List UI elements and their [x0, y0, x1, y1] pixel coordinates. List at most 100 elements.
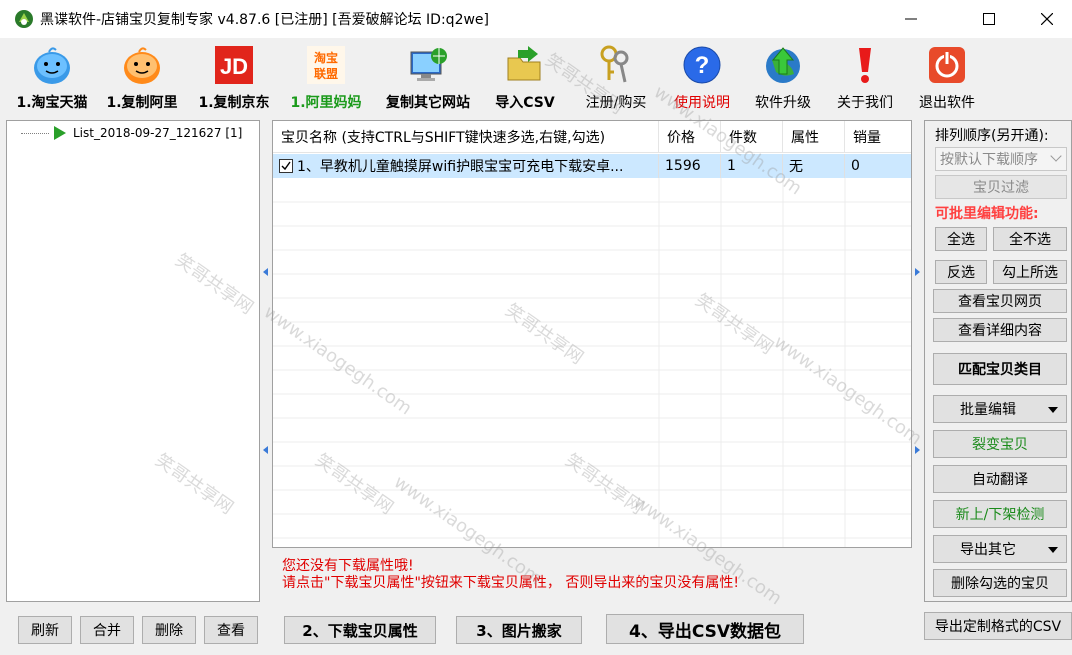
tree-item-label: List_2018-09-27_121627 [1] — [73, 126, 243, 140]
toolbar-about-label: 关于我们 — [837, 95, 893, 111]
svg-text:淘宝: 淘宝 — [314, 50, 338, 65]
column-header-attr[interactable]: 属性 — [783, 121, 845, 153]
right-splitter[interactable] — [914, 120, 922, 602]
sort-select[interactable]: 按默认下载顺序 — [935, 147, 1067, 171]
title-bar: 黑谍软件-店铺宝贝复制专家 v4.87.6 [已注册] [吾爱破解论坛 ID:q… — [0, 0, 1072, 38]
collapse-right-icon — [915, 268, 920, 276]
folder-arrow-icon — [507, 46, 541, 81]
select-all-button[interactable]: 全选 — [935, 227, 987, 251]
list-tree[interactable]: List_2018-09-27_121627 [1] — [6, 120, 260, 602]
column-header-price[interactable]: 价格 — [659, 121, 721, 153]
match-category-button[interactable]: 匹配宝贝类目 — [933, 353, 1067, 385]
cell-attr: 无 — [783, 154, 845, 178]
batch-title: 可批里编辑功能: — [935, 206, 1039, 222]
collapse-left-icon — [263, 268, 268, 276]
svg-text:?: ? — [695, 52, 710, 79]
toolbar-taobao-button[interactable]: 1.淘宝天猫 — [8, 44, 96, 114]
keys-icon — [600, 45, 629, 83]
collapse-left-icon-2 — [263, 446, 268, 454]
cell-name: 1、早教机儿童触摸屏wifi护眼宝宝可充电下载安卓... — [273, 154, 659, 178]
batch-edit-dropdown[interactable]: 批量编辑 — [933, 395, 1067, 423]
minimize-button[interactable] — [888, 0, 934, 38]
view-page-button[interactable]: 查看宝贝网页 — [933, 289, 1067, 313]
items-grid[interactable]: 宝贝名称 (支持CTRL与SHIFT键快速多选,右键,勾选) 价格 件数 属性 … — [272, 120, 912, 548]
delete-button[interactable]: 删除 — [142, 616, 196, 644]
app-window: 黑谍软件-店铺宝贝复制专家 v4.87.6 [已注册] [吾爱破解论坛 ID:q… — [0, 0, 1072, 655]
warning-message: 您还没有下载属性哦! 请点击"下载宝贝属性"按钮来下载宝贝属性， 否则导出来的宝… — [282, 558, 739, 592]
toolbar-taobao-label: 1.淘宝天猫 — [16, 95, 88, 111]
cell-qty: 1 — [721, 154, 783, 178]
toolbar-exit-label: 退出软件 — [919, 95, 975, 111]
view-detail-button[interactable]: 查看详细内容 — [933, 318, 1067, 342]
column-header-sales[interactable]: 销量 — [845, 121, 911, 153]
cell-price: 1596 — [659, 154, 721, 178]
toolbar-alimama-button[interactable]: 淘宝 联盟 1.阿里妈妈 — [284, 44, 368, 114]
image-move-button[interactable]: 3、图片搬家 — [456, 616, 582, 644]
toolbar-register-button[interactable]: 注册/购买 — [576, 44, 656, 114]
shelf-check-button[interactable]: 新上/下架检测 — [933, 500, 1067, 528]
view-button[interactable]: 查看 — [204, 616, 258, 644]
invert-button[interactable]: 反选 — [935, 260, 987, 284]
close-icon — [1041, 13, 1053, 25]
warning-line-1: 您还没有下载属性哦! — [282, 558, 414, 574]
export-custom-csv-button[interactable]: 导出定制格式的CSV — [924, 612, 1072, 640]
toolbar-alimama-label: 1.阿里妈妈 — [290, 95, 362, 111]
tree-connector — [21, 132, 49, 134]
export-csv-button[interactable]: 4、导出CSV数据包 — [606, 614, 804, 644]
collapse-right-icon-2 — [915, 446, 920, 454]
toolbar-other-site-button[interactable]: 复制其它网站 — [376, 44, 480, 114]
table-row[interactable]: 1、早教机儿童触摸屏wifi护眼宝宝可充电下载安卓... 1596 1 无 0 — [273, 154, 911, 178]
delete-checked-button[interactable]: 删除勾选的宝贝 — [933, 569, 1067, 597]
merge-button[interactable]: 合并 — [80, 616, 134, 644]
upgrade-globe-icon — [766, 47, 800, 83]
download-attr-button[interactable]: 2、下载宝贝属性 — [284, 616, 436, 644]
toolbar: 1.淘宝天猫 1.复制阿里 JD 1.复制京东 淘宝 联盟 1.阿里妈妈 复制其它… — [0, 38, 1072, 114]
toolbar-alibaba-label: 1.复制阿里 — [106, 95, 178, 111]
toolbar-jd-label: 1.复制京东 — [198, 95, 270, 111]
column-header-qty[interactable]: 件数 — [721, 121, 783, 153]
sort-select-value: 按默认下载顺序 — [940, 152, 1038, 168]
toolbar-alibaba-button[interactable]: 1.复制阿里 — [98, 44, 186, 114]
maximize-icon — [983, 13, 995, 25]
cell-sales: 0 — [851, 158, 860, 174]
batch-edit-label: 批量编辑 — [960, 402, 1016, 418]
select-none-button[interactable]: 全不选 — [993, 227, 1067, 251]
row-checkbox[interactable] — [279, 159, 293, 173]
right-panel: 排列顺序(另开通): 按默认下载顺序 宝贝过滤 可批里编辑功能: 全选 全不选 … — [924, 120, 1072, 602]
toolbar-register-label: 注册/购买 — [585, 95, 647, 111]
toolbar-other-site-label: 复制其它网站 — [386, 95, 470, 111]
refresh-button[interactable]: 刷新 — [18, 616, 72, 644]
split-item-button[interactable]: 裂变宝贝 — [933, 430, 1067, 458]
export-other-label: 导出其它 — [960, 542, 1016, 558]
maximize-button[interactable] — [966, 0, 1012, 38]
alimama-icon: 淘宝联盟 — [307, 46, 345, 84]
toolbar-about-button[interactable]: 关于我们 — [830, 44, 900, 114]
window-title: 黑谍软件-店铺宝贝复制专家 v4.87.6 [已注册] [吾爱破解论坛 ID:q… — [40, 12, 489, 28]
grid-header: 宝贝名称 (支持CTRL与SHIFT键快速多选,右键,勾选) 价格 件数 属性 … — [273, 121, 911, 153]
check-selected-button[interactable]: 勾上所选 — [993, 260, 1067, 284]
check-icon — [281, 161, 291, 171]
toolbar-jd-button[interactable]: JD 1.复制京东 — [190, 44, 278, 114]
tree-item[interactable]: List_2018-09-27_121627 [1] — [21, 125, 242, 141]
toolbar-import-csv-button[interactable]: 导入CSV — [490, 44, 560, 114]
close-button[interactable] — [1024, 0, 1070, 38]
toolbar-exit-button[interactable]: 退出软件 — [912, 44, 982, 114]
toolbar-help-button[interactable]: ? 使用说明 — [668, 44, 736, 114]
exclamation-icon — [859, 48, 871, 83]
row-name-text: 1、早教机儿童触摸屏wifi护眼宝宝可充电下载安卓... — [297, 159, 624, 175]
toolbar-upgrade-button[interactable]: 软件升级 — [748, 44, 818, 114]
app-logo-icon — [15, 10, 33, 28]
auto-translate-button[interactable]: 自动翻译 — [933, 465, 1067, 493]
caret-down-icon — [1048, 407, 1058, 413]
left-splitter[interactable] — [262, 120, 270, 602]
play-icon — [54, 126, 66, 140]
taobao-icon — [34, 47, 70, 84]
power-icon — [929, 47, 965, 83]
minimize-icon — [905, 18, 917, 20]
globe-monitor-icon — [410, 48, 447, 81]
column-header-name[interactable]: 宝贝名称 (支持CTRL与SHIFT键快速多选,右键,勾选) — [273, 121, 659, 153]
filter-button[interactable]: 宝贝过滤 — [935, 175, 1067, 199]
caret-down-icon-2 — [1048, 547, 1058, 553]
export-other-dropdown[interactable]: 导出其它 — [933, 535, 1067, 563]
grid-lines — [273, 178, 911, 547]
